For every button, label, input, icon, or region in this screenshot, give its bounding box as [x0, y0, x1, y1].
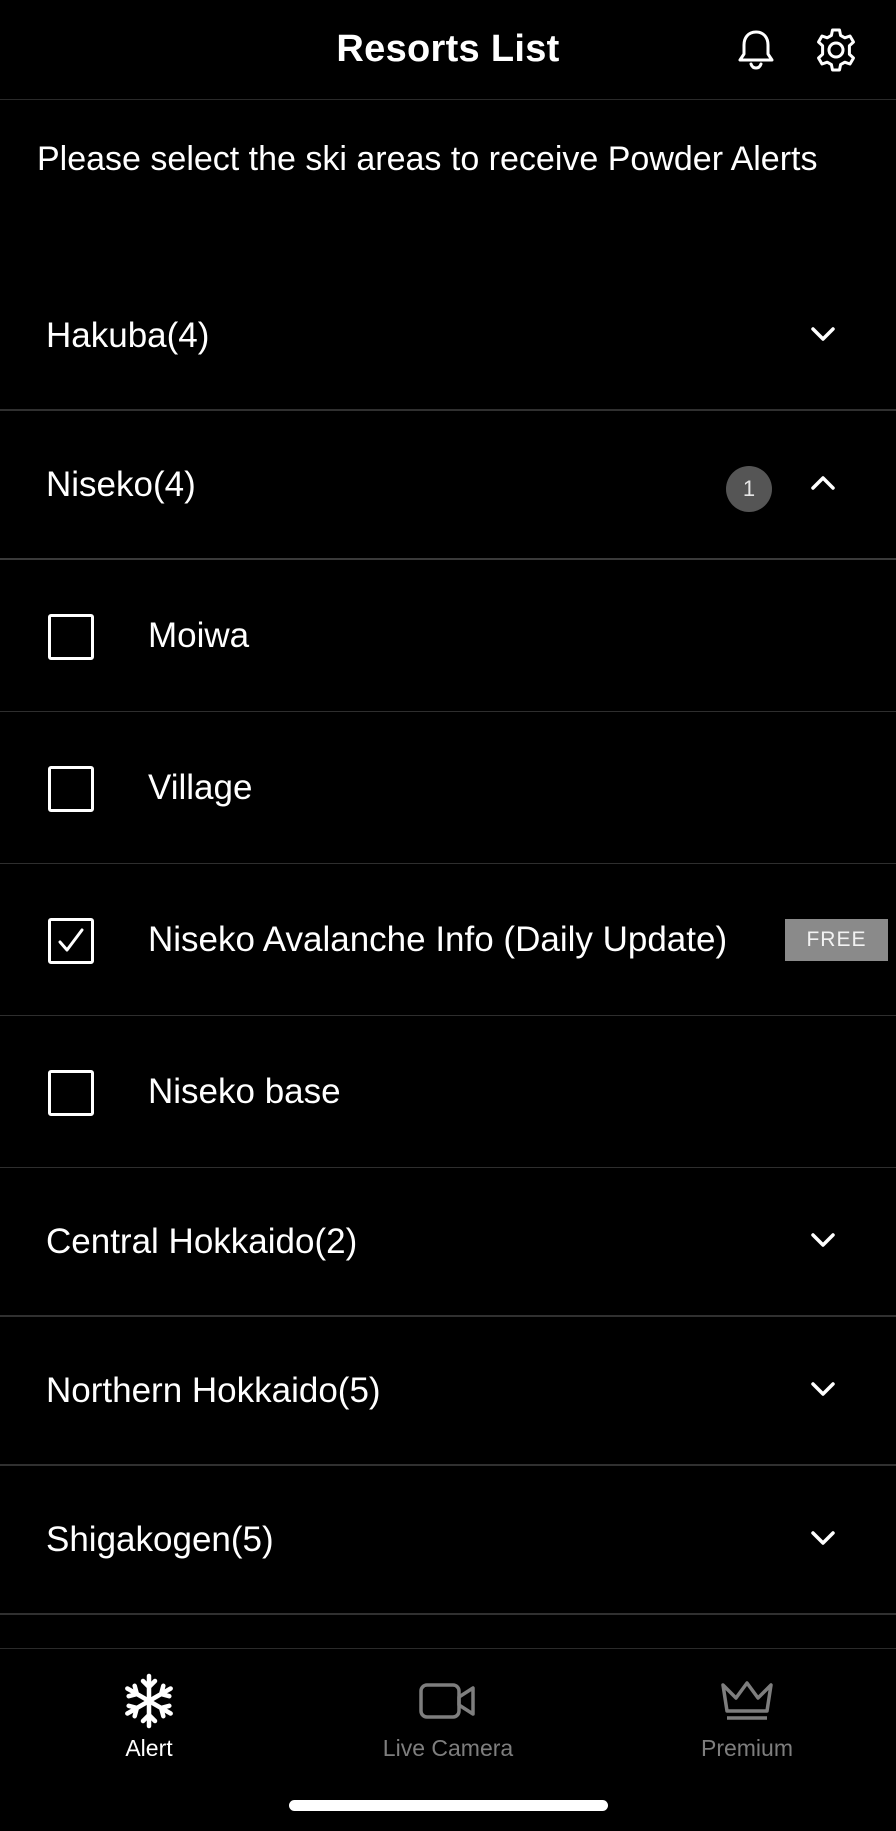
group-row-central-hokkaido[interactable]: Central Hokkaido(2) [0, 1168, 896, 1317]
group-row-niseko[interactable]: Niseko(4) 1 [0, 411, 896, 560]
chevron-up-icon[interactable] [806, 466, 840, 500]
chevron-down-icon[interactable] [806, 317, 840, 351]
resort-item-niseko-avalanche-info[interactable]: Niseko Avalanche Info (Daily Update) FRE… [0, 864, 896, 1016]
resort-item-moiwa[interactable]: Moiwa [0, 560, 896, 712]
video-camera-icon [418, 1671, 478, 1731]
intro-text: Please select the ski areas to receive P… [37, 140, 818, 178]
chevron-down-icon[interactable] [806, 1521, 840, 1555]
group-label: Shigakogen(5) [46, 1520, 274, 1559]
free-tag: FREE [785, 919, 888, 961]
resort-item-label: Niseko base [148, 1072, 341, 1111]
resort-list: Hakuba(4) Niseko(4) 1 Moiwa Village Nise… [0, 262, 896, 1615]
resort-item-label: Niseko Avalanche Info (Daily Update) [148, 920, 728, 959]
resort-item-label: Village [148, 768, 253, 807]
tab-label: Live Camera [382, 1735, 514, 1761]
tab-alert[interactable]: Alert [0, 1649, 298, 1779]
tab-premium[interactable]: Premium [598, 1649, 896, 1779]
checkbox-unchecked[interactable] [48, 766, 94, 812]
checkbox-checked[interactable] [48, 918, 94, 964]
selected-count-badge: 1 [726, 466, 772, 512]
crown-icon [717, 1671, 777, 1731]
resort-item-village[interactable]: Village [0, 712, 896, 864]
group-label: Northern Hokkaido(5) [46, 1371, 381, 1410]
group-row-shigakogen[interactable]: Shigakogen(5) [0, 1466, 896, 1615]
group-label: Central Hokkaido(2) [46, 1222, 358, 1261]
resort-item-label: Moiwa [148, 616, 250, 655]
chevron-down-icon[interactable] [806, 1223, 840, 1257]
snowflake-icon [119, 1671, 179, 1731]
group-label: Hakuba(4) [46, 316, 210, 355]
tab-label: Alert [125, 1735, 173, 1761]
checkmark-icon [58, 928, 84, 952]
tab-label: Premium [700, 1735, 793, 1761]
resort-item-niseko-base[interactable]: Niseko base [0, 1016, 896, 1168]
checkbox-unchecked[interactable] [48, 614, 94, 660]
home-indicator[interactable] [289, 1800, 608, 1811]
app-header: Resorts List [0, 0, 896, 100]
tab-live-camera[interactable]: Live Camera [299, 1649, 597, 1779]
checkbox-unchecked[interactable] [48, 1070, 94, 1116]
group-label: Niseko(4) [46, 465, 196, 504]
bell-icon[interactable] [732, 26, 780, 74]
chevron-down-icon[interactable] [806, 1372, 840, 1406]
group-row-hakuba[interactable]: Hakuba(4) [0, 262, 896, 411]
group-row-northern-hokkaido[interactable]: Northern Hokkaido(5) [0, 1317, 896, 1466]
gear-icon[interactable] [812, 26, 860, 74]
